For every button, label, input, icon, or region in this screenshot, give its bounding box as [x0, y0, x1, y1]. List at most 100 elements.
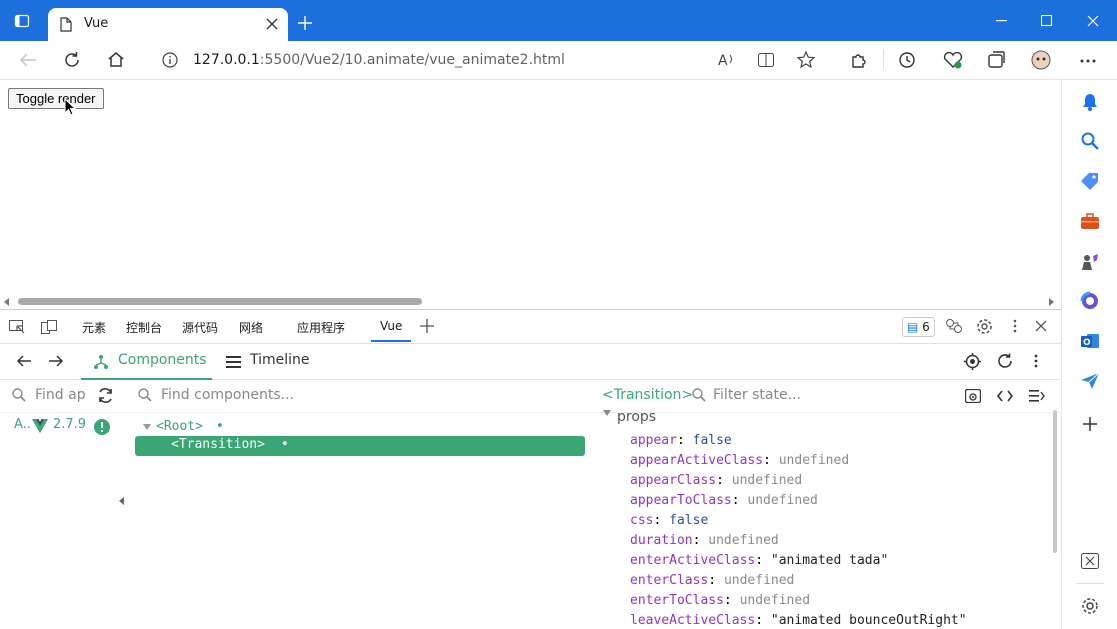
edge-sidebar: O: [1061, 80, 1117, 629]
issues-badge[interactable]: ▤ 6: [902, 317, 935, 337]
prop-row: css: false: [630, 513, 709, 528]
prop-value[interactable]: "animated tada": [771, 553, 888, 568]
favorite-icon[interactable]: [797, 51, 815, 68]
send-icon[interactable]: [1080, 372, 1100, 390]
vue-more-icon[interactable]: [1034, 354, 1038, 368]
devtools-more-icon[interactable]: [1013, 319, 1017, 333]
history-icon[interactable]: [898, 51, 916, 69]
expand-arrow-icon: [143, 424, 151, 430]
prop-row: duration: undefined: [630, 533, 779, 548]
collapse-panel-icon[interactable]: [1029, 390, 1045, 402]
components-label: Components: [118, 352, 207, 368]
games-icon[interactable]: [1080, 252, 1100, 272]
add-icon[interactable]: [1083, 417, 1097, 431]
horizontal-scrollbar[interactable]: [0, 295, 1061, 310]
mouse-cursor-icon: [64, 98, 76, 116]
more-options-icon[interactable]: [1080, 59, 1096, 63]
inspect-dom-icon[interactable]: [997, 390, 1013, 402]
devtools-panel: 元素 控制台 源代码 网络 应用程序 Vue ▤ 6 Components Ti…: [0, 310, 1061, 629]
scroll-left-icon[interactable]: [4, 298, 10, 306]
devtools-settings-icon[interactable]: [976, 318, 993, 335]
tab-application[interactable]: 应用程序: [297, 319, 345, 336]
tab-network[interactable]: 网络: [239, 319, 263, 336]
split-screen-icon[interactable]: [758, 53, 774, 67]
hide-sidebar-icon[interactable]: [1081, 553, 1099, 569]
prop-value[interactable]: "animated bounceOutRight": [771, 613, 967, 628]
state-search-icon: [692, 388, 706, 402]
new-tab-icon[interactable]: [298, 16, 312, 30]
props-toggle-icon[interactable]: [603, 410, 611, 416]
prop-value[interactable]: undefined: [779, 453, 849, 468]
sync-icon[interactable]: [97, 387, 114, 404]
sidebar-settings-icon[interactable]: [1081, 597, 1099, 615]
health-icon[interactable]: [943, 51, 963, 69]
title-bar: Vue: [0, 0, 1117, 41]
shopping-tag-icon[interactable]: [1080, 172, 1100, 190]
minimize-icon[interactable]: [996, 20, 1008, 22]
tab-components[interactable]: Components: [81, 343, 212, 380]
inspect-element-icon[interactable]: [9, 320, 25, 334]
tab-elements[interactable]: 元素: [82, 319, 106, 336]
browser-tab[interactable]: Vue: [48, 8, 288, 41]
maximize-icon[interactable]: [1041, 15, 1053, 27]
prop-value[interactable]: false: [693, 433, 732, 448]
outlook-icon[interactable]: O: [1080, 331, 1100, 351]
prop-key: appearActiveClass: [630, 453, 764, 468]
close-devtools-icon[interactable]: [1035, 320, 1047, 332]
info-icon[interactable]: [162, 52, 178, 68]
prop-row: appearToClass: undefined: [630, 493, 818, 508]
close-window-icon[interactable]: [1087, 15, 1099, 27]
search-icon[interactable]: [1081, 132, 1099, 150]
tree-transition-dot: •: [281, 437, 289, 452]
close-tab-icon[interactable]: [266, 18, 278, 30]
component-search-icon: [138, 388, 152, 402]
url-bar[interactable]: 127.0.0.1:5500/Vue2/10.animate/vue_anima…: [193, 52, 565, 68]
prop-value[interactable]: undefined: [708, 533, 778, 548]
app-search-input[interactable]: Find ap: [35, 387, 86, 403]
refresh-components-icon[interactable]: [997, 353, 1013, 369]
more-tabs-icon[interactable]: [420, 319, 434, 333]
network-conditions-icon[interactable]: [945, 318, 963, 334]
select-component-icon[interactable]: [964, 353, 981, 370]
state-scrollbar[interactable]: [1053, 410, 1057, 553]
tab-actions-icon[interactable]: [14, 13, 30, 29]
prop-value[interactable]: undefined: [747, 493, 817, 508]
collections-icon[interactable]: [987, 51, 1005, 69]
prop-row: appearClass: undefined: [630, 473, 803, 488]
active-tab-indicator: [371, 340, 411, 342]
toggle-render-button[interactable]: Toggle render: [8, 88, 104, 109]
tab-title: Vue: [84, 16, 109, 31]
profile-avatar-icon[interactable]: [1031, 50, 1051, 70]
component-search-input[interactable]: Find components...: [161, 387, 294, 403]
prop-value[interactable]: undefined: [724, 573, 794, 588]
microsoft365-icon[interactable]: [1080, 291, 1100, 311]
tree-node-transition[interactable]: <Transition> •: [135, 436, 585, 456]
prop-value[interactable]: undefined: [740, 593, 810, 608]
home-icon[interactable]: [107, 51, 125, 68]
scrollbar-thumb[interactable]: [18, 298, 422, 305]
scroll-right-icon[interactable]: [1049, 298, 1055, 306]
tab-timeline[interactable]: Timeline: [250, 352, 310, 368]
refresh-icon[interactable]: [63, 51, 81, 69]
device-emulation-icon[interactable]: [41, 320, 57, 334]
bell-icon[interactable]: [1082, 93, 1098, 111]
tools-briefcase-icon[interactable]: [1080, 213, 1100, 230]
read-aloud-icon[interactable]: A: [718, 52, 736, 68]
page-content: Toggle render: [0, 80, 1061, 295]
nav-back-icon[interactable]: [16, 354, 32, 368]
tree-node-root[interactable]: <Root> •: [143, 419, 573, 437]
nav-forward-icon[interactable]: [48, 354, 64, 368]
extensions-icon[interactable]: [850, 51, 868, 69]
tab-console[interactable]: 控制台: [126, 319, 162, 336]
scroll-to-component-icon[interactable]: [965, 389, 981, 403]
tab-vue[interactable]: Vue: [380, 319, 402, 333]
prop-value[interactable]: false: [669, 513, 708, 528]
state-filter-input[interactable]: Filter state...: [713, 387, 801, 403]
prop-key: enterToClass: [630, 593, 724, 608]
collapse-sidebar-icon[interactable]: [119, 497, 124, 505]
app-selector[interactable]: A.. 2.7.9: [14, 417, 129, 437]
tab-sources[interactable]: 源代码: [182, 319, 218, 336]
prop-row: enterToClass: undefined: [630, 593, 811, 608]
back-icon[interactable]: [19, 53, 37, 67]
prop-value[interactable]: undefined: [732, 473, 802, 488]
